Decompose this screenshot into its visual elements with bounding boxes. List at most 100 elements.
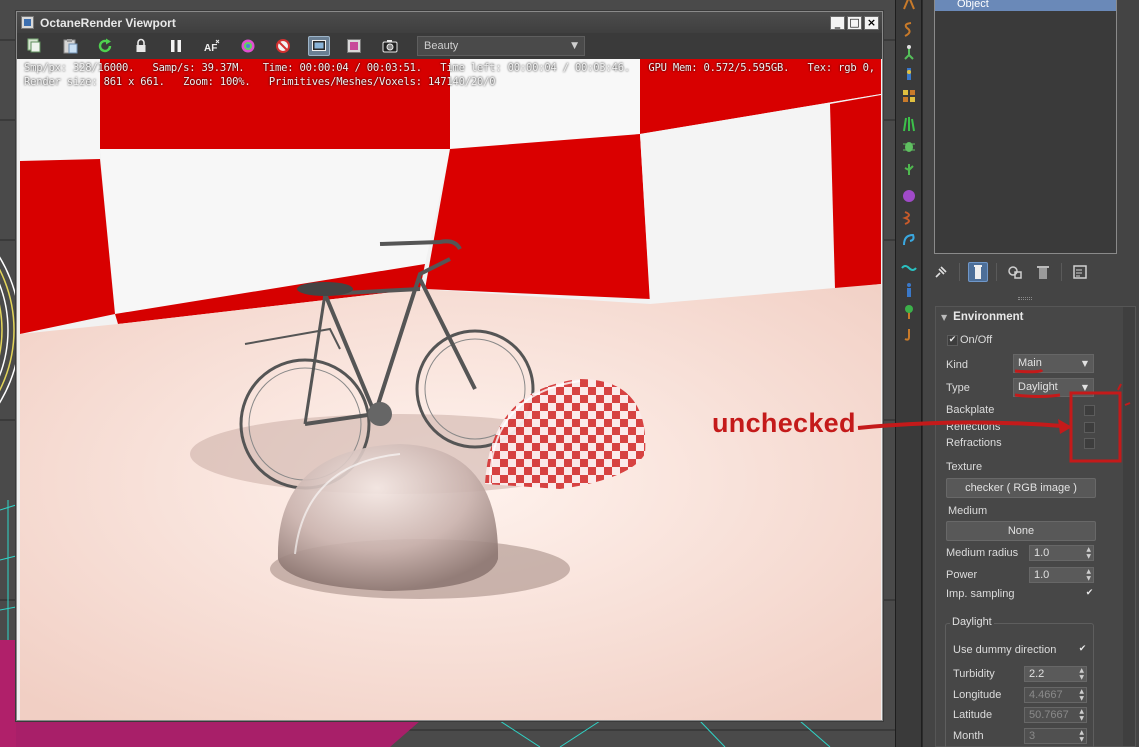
spinner-arrows-icon[interactable]: ▲ ▼	[1079, 708, 1084, 722]
toolbar-divider	[959, 263, 960, 281]
month-value: 3	[1029, 730, 1036, 742]
medium-radius-label: Medium radius	[946, 547, 1019, 559]
texture-button[interactable]: checker ( RGB image )	[946, 478, 1096, 498]
imp-sampling-label: Imp. sampling	[946, 588, 1015, 600]
make-unique-icon[interactable]	[1005, 262, 1025, 282]
render-stats-line1: Smp/px: 328/16000. Samp/s: 39.37M. Time:…	[24, 62, 875, 74]
configure-sets-icon[interactable]	[1070, 262, 1090, 282]
medium-radius-spinner[interactable]: 1.0 ▲ ▼	[1029, 545, 1094, 561]
use-dummy-direction-checkbox[interactable]: ✔	[1077, 645, 1088, 656]
refractions-label: Refractions	[946, 437, 1002, 446]
pause-icon[interactable]	[165, 36, 187, 56]
show-end-result-icon[interactable]	[968, 262, 988, 282]
octane-viewport-window: OctaneRender Viewport _ □ × AF Beauty ▼ …	[16, 11, 883, 721]
panel-grip[interactable]	[1018, 297, 1032, 300]
render-pass-value: Beauty	[424, 40, 459, 52]
color-icon[interactable]	[237, 36, 259, 56]
use-dummy-direction-label: Use dummy direction	[953, 644, 1057, 656]
octane-app-icon	[21, 16, 34, 29]
tree-icon[interactable]	[901, 304, 917, 320]
medium-radius-value: 1.0	[1034, 547, 1050, 559]
autofocus-icon[interactable]: AF	[201, 36, 223, 56]
camera-icon[interactable]	[379, 36, 401, 56]
kind-dropdown[interactable]: Main ▼	[1013, 354, 1094, 373]
spinner-arrows-icon[interactable]: ▲ ▼	[1086, 568, 1091, 582]
trash-icon[interactable]	[1033, 262, 1053, 282]
film-icon[interactable]	[343, 36, 365, 56]
svg-text:AF: AF	[204, 43, 217, 54]
kind-value: Main	[1018, 357, 1042, 369]
collapse-triangle-icon: ▼	[941, 312, 948, 322]
minimize-button[interactable]: _	[830, 15, 845, 30]
power-spinner[interactable]: 1.0 ▲ ▼	[1029, 567, 1094, 583]
refractions-checkbox[interactable]	[1084, 438, 1095, 449]
command-panel: Object ▼ Environment ✔ On/Off Kind Main …	[923, 0, 1139, 747]
rollout-scrollbar[interactable]	[1123, 307, 1135, 746]
helix-icon[interactable]	[901, 210, 917, 226]
longitude-label: Longitude	[953, 689, 1002, 701]
tool-icon-strip	[895, 0, 922, 747]
annotation-label: unchecked	[712, 408, 856, 438]
turbidity-label: Turbidity	[953, 668, 995, 680]
medium-label: Medium	[948, 505, 988, 517]
chevron-down-icon: ▼	[571, 41, 578, 51]
type-dropdown[interactable]: Daylight ▼	[1013, 378, 1094, 397]
hook-icon[interactable]	[901, 327, 917, 343]
modifier-stack-toolbar	[931, 260, 1131, 284]
texture-label: Texture	[946, 461, 983, 473]
environment-rollout: ▼ Environment ✔ On/Off Kind Main ▼ Type …	[935, 306, 1136, 747]
curve-icon[interactable]	[901, 232, 917, 248]
wave-icon[interactable]	[901, 260, 917, 276]
grid-icon[interactable]	[901, 88, 917, 104]
daylight-group-title: Daylight	[950, 616, 994, 628]
reflections-checkbox[interactable]	[1084, 422, 1095, 433]
refresh-icon[interactable]	[94, 36, 116, 56]
viewport-title-bar[interactable]: OctaneRender Viewport _ □ ×	[17, 12, 882, 33]
clipboard-icon[interactable]	[59, 36, 81, 56]
spinner-arrows-icon[interactable]: ▲ ▼	[1079, 667, 1084, 681]
viewport-title: OctaneRender Viewport	[40, 15, 176, 30]
onoff-checkbox[interactable]: ✔	[947, 335, 958, 346]
region-icon[interactable]	[272, 36, 294, 56]
daylight-group: Daylight Use dummy direction ✔ Turbidity…	[945, 616, 1094, 747]
reflections-label: Reflections	[946, 421, 1001, 433]
imp-sampling-checkbox[interactable]: ✔	[1084, 589, 1095, 600]
latitude-label: Latitude	[953, 709, 993, 721]
month-spinner[interactable]: 3 ▲ ▼	[1024, 728, 1087, 744]
display-icon[interactable]	[307, 36, 330, 56]
kind-label: Kind	[946, 359, 969, 371]
onoff-label: On/Off	[960, 334, 993, 346]
modifier-stack-list[interactable]: Object	[934, 0, 1117, 254]
environment-title: Environment	[953, 311, 1024, 323]
longitude-spinner[interactable]: 4.4667 ▲ ▼	[1024, 687, 1087, 703]
sphere-icon[interactable]	[901, 188, 917, 204]
plant-icon[interactable]	[901, 160, 917, 176]
biped-icon[interactable]	[901, 44, 917, 60]
copy-icon[interactable]	[23, 36, 45, 56]
render-pass-dropdown[interactable]: Beauty ▼	[417, 36, 585, 56]
maximize-button[interactable]: □	[847, 15, 862, 30]
environment-rollout-header[interactable]: ▼ Environment	[936, 307, 1135, 327]
render-canvas[interactable]: Smp/px: 328/16000. Samp/s: 39.37M. Time:…	[20, 59, 881, 720]
spinner-arrows-icon[interactable]: ▲ ▼	[1086, 546, 1091, 560]
person-icon[interactable]	[901, 282, 917, 298]
close-button[interactable]: ×	[864, 15, 879, 30]
chevron-down-icon: ▼	[1081, 359, 1088, 368]
figure-icon[interactable]	[901, 66, 917, 82]
power-value: 1.0	[1034, 569, 1050, 581]
bone-icon[interactable]	[901, 0, 917, 11]
pin-stack-icon[interactable]	[931, 262, 951, 282]
lock-icon[interactable]	[130, 36, 152, 56]
turbidity-spinner[interactable]: 2.2 ▲ ▼	[1024, 666, 1087, 682]
spinner-arrows-icon[interactable]: ▲ ▼	[1079, 688, 1084, 702]
medium-button[interactable]: None	[946, 521, 1096, 541]
bug-icon[interactable]	[901, 138, 917, 154]
spinner-arrows-icon[interactable]: ▲ ▼	[1079, 729, 1084, 743]
backplate-checkbox[interactable]	[1084, 405, 1095, 416]
power-label: Power	[946, 569, 978, 581]
modifier-stack-item[interactable]: Object	[935, 0, 1116, 11]
grass-icon[interactable]	[901, 116, 917, 132]
chain-icon[interactable]	[901, 22, 917, 38]
render-image	[20, 59, 881, 720]
latitude-spinner[interactable]: 50.7667 ▲ ▼	[1024, 707, 1087, 723]
